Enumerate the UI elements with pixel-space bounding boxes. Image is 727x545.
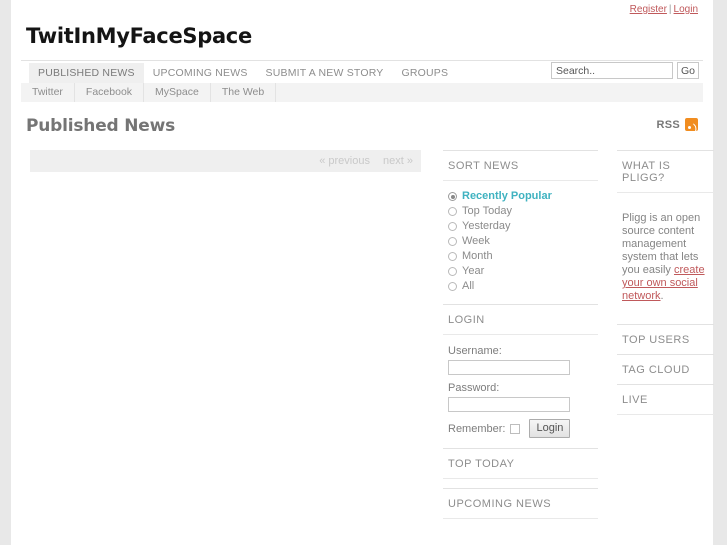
sort-option-year[interactable]: Year: [448, 264, 593, 279]
password-label: Password:: [448, 382, 500, 394]
pligg-description: Pligg is an open source content manageme…: [622, 212, 709, 303]
upcoming-news-heading: UPCOMING NEWS: [443, 488, 598, 518]
subnav-link-the-web[interactable]: The Web: [211, 83, 277, 102]
sub-nav-bar: Twitter Facebook MySpace The Web: [21, 83, 703, 102]
sort-option-label: Yesterday: [462, 220, 511, 232]
site-title: TwitInMyFaceSpace: [26, 24, 252, 48]
page-root: Register | Login TwitInMyFaceSpace PUBLISH…: [0, 0, 727, 545]
tag-cloud-heading: TAG CLOUD: [617, 354, 714, 384]
sort-news-options: Recently Popular Top Today Yesterday Wee…: [448, 189, 593, 294]
top-users-heading: TOP USERS: [617, 324, 714, 354]
sort-option-label: Week: [462, 235, 490, 247]
nav-link-submit-story[interactable]: SUBMIT A NEW STORY: [257, 63, 393, 84]
widget-login: LOGIN Username: Password: Remember: Logi…: [443, 304, 598, 448]
subnav-link-facebook[interactable]: Facebook: [75, 83, 145, 102]
sort-option-yesterday[interactable]: Yesterday: [448, 219, 593, 234]
page-container: Register | Login TwitInMyFaceSpace PUBLISH…: [11, 0, 714, 545]
rss-icon[interactable]: [685, 118, 698, 131]
what-is-pligg-body: Pligg is an open source content manageme…: [617, 192, 714, 324]
radio-icon-recently-popular[interactable]: [448, 192, 457, 201]
login-submit-button[interactable]: Login: [529, 419, 571, 438]
widget-upcoming-news: UPCOMING NEWS: [443, 488, 598, 528]
utility-separator: |: [668, 4, 672, 15]
remember-row: Remember: Login: [448, 419, 593, 438]
password-field[interactable]: [448, 397, 570, 412]
top-today-heading: TOP TODAY: [443, 448, 598, 478]
search-input[interactable]: [550, 62, 673, 79]
radio-icon-all[interactable]: [448, 282, 457, 291]
radio-icon-top-today[interactable]: [448, 207, 457, 216]
widget-what-is-pligg: WHAT IS PLIGG? Pligg is an open source c…: [617, 150, 714, 324]
nav-item-groups[interactable]: GROUPS: [393, 63, 458, 84]
radio-icon-month[interactable]: [448, 252, 457, 261]
subnav-link-myspace[interactable]: MySpace: [144, 83, 211, 102]
main-nav-bar: PUBLISHED NEWS UPCOMING NEWS SUBMIT A NE…: [21, 60, 703, 84]
radio-icon-year[interactable]: [448, 267, 457, 276]
main-column: « previous next »: [30, 150, 421, 172]
live-body: [617, 414, 714, 424]
sort-option-label: Recently Popular: [462, 190, 552, 202]
main-nav-list: PUBLISHED NEWS UPCOMING NEWS SUBMIT A NE…: [29, 63, 457, 84]
sort-column: SORT NEWS Recently Popular Top Today Yes…: [443, 150, 598, 528]
register-link[interactable]: Register: [630, 4, 667, 15]
login-heading: LOGIN: [443, 304, 598, 334]
pagination-bar: « previous next »: [30, 150, 421, 172]
rss-label: RSS: [656, 118, 680, 131]
top-today-body: [443, 478, 598, 488]
right-column: WHAT IS PLIGG? Pligg is an open source c…: [617, 150, 714, 424]
subnav-item-facebook[interactable]: Facebook: [75, 83, 145, 102]
subnav-item-twitter[interactable]: Twitter: [21, 83, 75, 102]
sort-option-label: Year: [462, 265, 485, 277]
username-label: Username:: [448, 345, 502, 357]
nav-item-published-news[interactable]: PUBLISHED NEWS: [29, 63, 144, 84]
subnav-item-the-web[interactable]: The Web: [211, 83, 277, 102]
nav-link-published-news[interactable]: PUBLISHED NEWS: [29, 63, 144, 84]
remember-checkbox[interactable]: [510, 423, 521, 434]
radio-icon-yesterday[interactable]: [448, 222, 457, 231]
nav-item-upcoming-news[interactable]: UPCOMING NEWS: [144, 63, 257, 84]
widget-top-today: TOP TODAY: [443, 448, 598, 488]
page-header: Published News RSS: [26, 116, 698, 150]
sort-news-heading: SORT NEWS: [443, 150, 598, 180]
live-heading: LIVE: [617, 384, 714, 414]
search-box: Go: [550, 62, 699, 79]
sort-option-top-today[interactable]: Top Today: [448, 204, 593, 219]
sort-option-week[interactable]: Week: [448, 234, 593, 249]
sub-nav-list: Twitter Facebook MySpace The Web: [21, 83, 703, 102]
search-go-button[interactable]: Go: [676, 62, 699, 79]
what-is-pligg-heading: WHAT IS PLIGG?: [617, 150, 714, 192]
remember-label: Remember:: [448, 422, 506, 435]
sort-option-month[interactable]: Month: [448, 249, 593, 264]
nav-link-upcoming-news[interactable]: UPCOMING NEWS: [144, 63, 257, 84]
pagination-next[interactable]: next »: [373, 155, 413, 167]
rss-block[interactable]: RSS: [656, 118, 698, 131]
username-field[interactable]: [448, 360, 570, 375]
login-body: Username: Password: Remember: Login: [443, 334, 598, 448]
utility-bar: Register | Login: [11, 0, 713, 20]
sort-option-label: All: [462, 280, 475, 292]
widget-sort-news: SORT NEWS Recently Popular Top Today Yes…: [443, 150, 598, 304]
sort-news-body: Recently Popular Top Today Yesterday Wee…: [443, 180, 598, 304]
subnav-item-myspace[interactable]: MySpace: [144, 83, 211, 102]
sort-option-label: Top Today: [462, 205, 512, 217]
subnav-link-twitter[interactable]: Twitter: [21, 83, 75, 102]
pligg-text-after: .: [660, 290, 664, 302]
sort-option-recently-popular[interactable]: Recently Popular: [448, 189, 593, 204]
radio-icon-week[interactable]: [448, 237, 457, 246]
widget-tag-cloud: TAG CLOUD: [617, 354, 714, 384]
nav-item-submit-story[interactable]: SUBMIT A NEW STORY: [257, 63, 393, 84]
nav-link-groups[interactable]: GROUPS: [393, 63, 458, 84]
upcoming-news-body: [443, 518, 598, 528]
pagination-previous[interactable]: « previous: [309, 155, 370, 167]
page-title: Published News: [26, 116, 176, 136]
widget-live: LIVE: [617, 384, 714, 424]
widget-top-users: TOP USERS: [617, 324, 714, 354]
sort-option-all[interactable]: All: [448, 279, 593, 294]
login-link[interactable]: Login: [674, 4, 698, 15]
sort-option-label: Month: [462, 250, 493, 262]
